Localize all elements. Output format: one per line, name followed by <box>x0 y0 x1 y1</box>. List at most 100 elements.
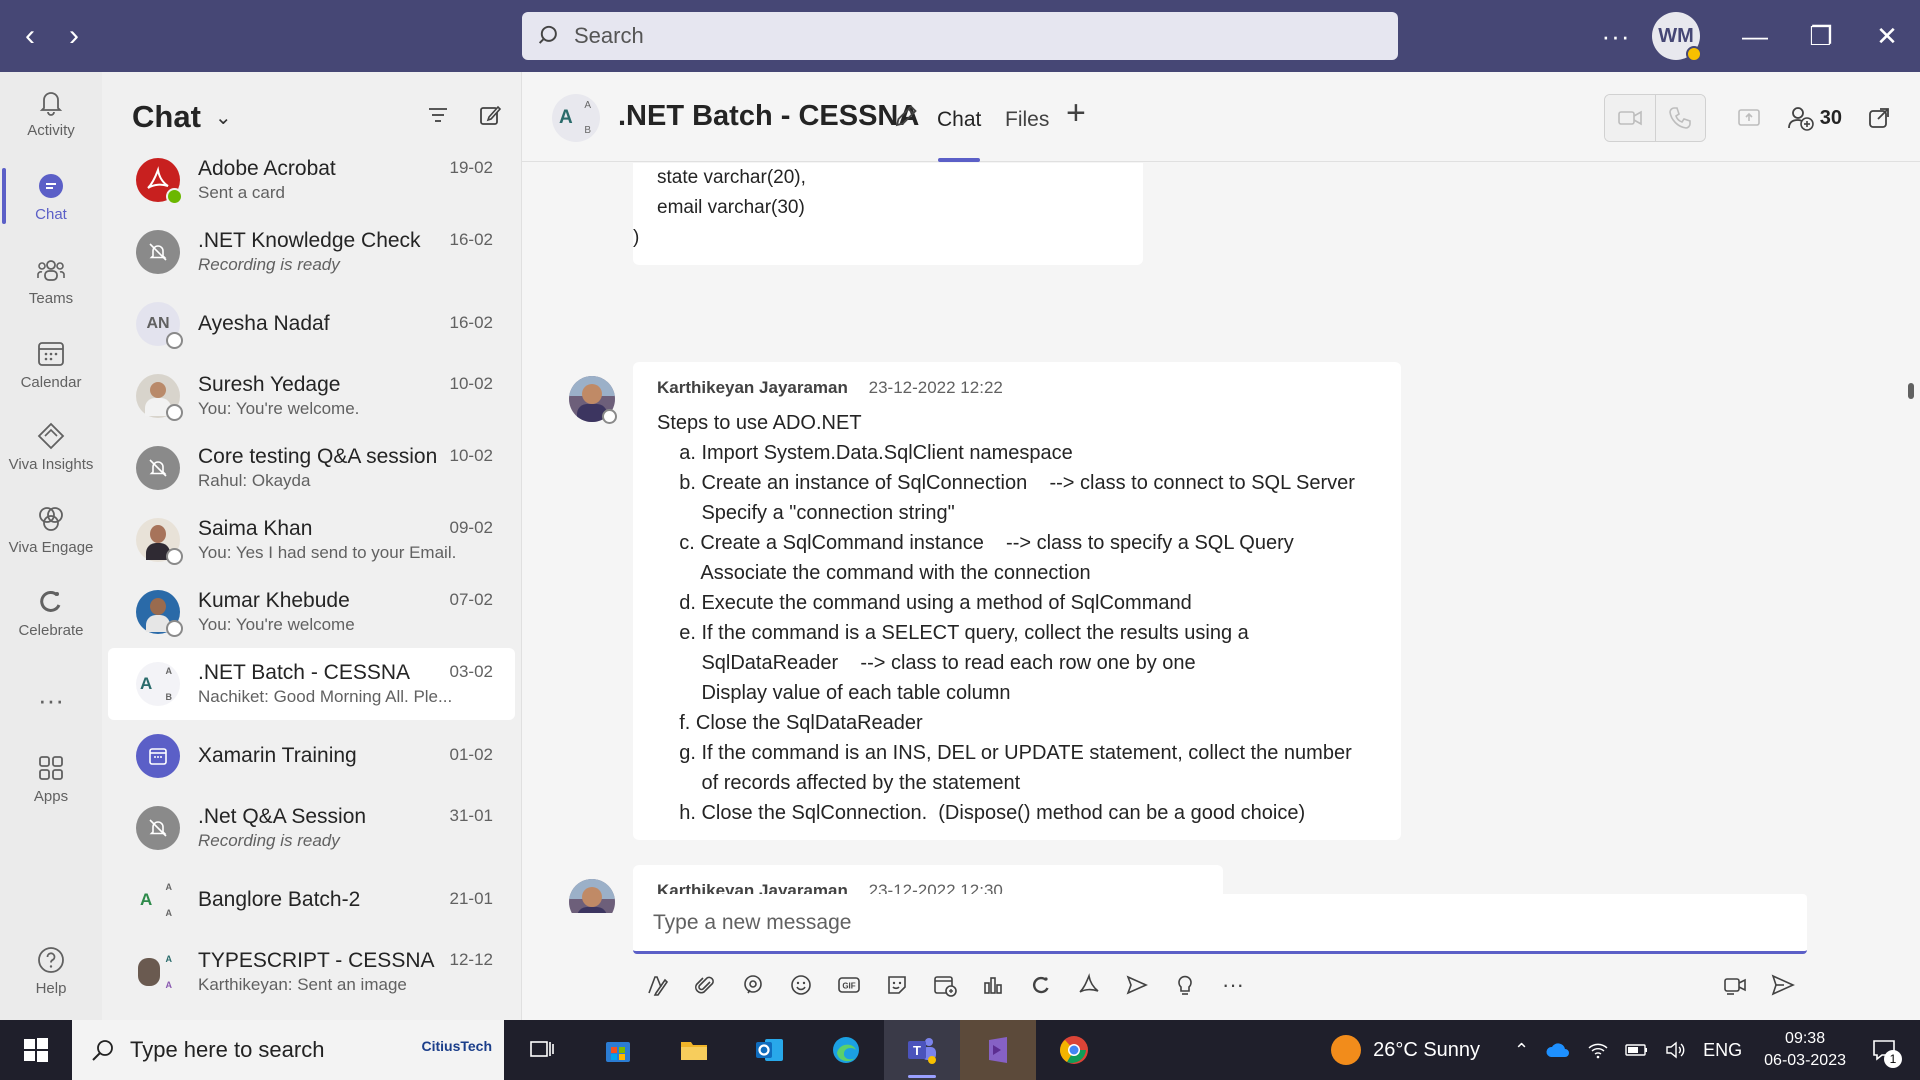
video-call-button[interactable] <box>1604 95 1655 141</box>
notification-center-button[interactable]: 1 <box>1864 1030 1904 1070</box>
message-card[interactable]: Karthikeyan Jayaraman 23-12-2022 12:22 S… <box>633 362 1401 840</box>
message-list[interactable]: state varchar(20), email varchar(30) ) K… <box>522 163 1920 913</box>
chat-item-suresh-yedage[interactable]: Suresh Yedage You: You're welcome. 10-02 <box>108 360 515 432</box>
emoji-button[interactable] <box>777 965 825 1005</box>
chat-item-kumar-khebude[interactable]: Kumar Khebude You: You're welcome 07-02 <box>108 576 515 648</box>
close-window-button[interactable]: ✕ <box>1854 0 1920 72</box>
audio-call-button[interactable] <box>1654 95 1705 141</box>
chat-item-saima-khan[interactable]: Saima Khan You: Yes I had send to your E… <box>108 504 515 576</box>
chat-item-net-batch-cessna[interactable]: A A B .NET Batch - CESSNA Nachiket: Good… <box>108 648 515 720</box>
muted-bell-icon <box>149 819 167 837</box>
chat-item-date: 07-02 <box>449 590 493 609</box>
attach-button[interactable] <box>681 965 729 1005</box>
chat-item-typescript-cessna[interactable]: A A TYPESCRIPT - CESSNA Karthikeyan: Sen… <box>108 936 515 1008</box>
message-timestamp: 23-12-2022 12:22 <box>868 378 1003 397</box>
taskbar-search[interactable]: Type here to search CitiusTech <box>72 1020 504 1080</box>
poll-button[interactable] <box>969 965 1017 1005</box>
rail-more-apps[interactable]: ··· <box>0 660 102 740</box>
chat-item-name: .NET Knowledge Check <box>198 229 421 252</box>
volume-icon[interactable] <box>1665 1040 1687 1060</box>
forward-arrow-icon[interactable]: › <box>52 0 96 72</box>
send-button[interactable] <box>1759 965 1807 1005</box>
settings-more-button[interactable]: ··· <box>1586 21 1646 52</box>
search-input[interactable]: Search <box>522 12 1398 60</box>
loop-button[interactable] <box>729 965 777 1005</box>
calendar-send-icon <box>934 976 957 997</box>
start-button[interactable] <box>0 1020 72 1080</box>
weather-widget[interactable]: 26°C Sunny <box>1331 1035 1480 1065</box>
tab-files[interactable]: Files <box>1005 108 1049 132</box>
participants-button[interactable]: 30 <box>1786 103 1842 133</box>
gif-button[interactable]: GIF <box>825 965 873 1005</box>
rail-viva-insights[interactable]: Viva Insights <box>0 406 102 486</box>
gif-icon: GIF <box>838 977 860 993</box>
praise-button[interactable] <box>1017 965 1065 1005</box>
rail-apps[interactable]: Apps <box>0 738 102 818</box>
rail-calendar[interactable]: Calendar <box>0 324 102 404</box>
lightbulb-button[interactable] <box>1161 965 1209 1005</box>
more-actions-button[interactable]: ··· <box>1209 965 1257 1005</box>
author-avatar[interactable] <box>569 879 615 913</box>
input-language[interactable]: ENG <box>1703 1040 1742 1061</box>
chat-item-xamarin-training[interactable]: Xamarin Training 01-02 <box>108 720 515 792</box>
sticker-button[interactable] <box>873 965 921 1005</box>
adobe-sign-button[interactable] <box>1065 965 1113 1005</box>
scrollbar-thumb[interactable] <box>1908 383 1914 399</box>
message-meta: Karthikeyan Jayaraman 23-12-2022 12:22 <box>657 378 1377 406</box>
group-avatar-letter: A <box>165 666 173 676</box>
share-screen-button[interactable] <box>1724 95 1774 141</box>
taskbar-app-file-explorer[interactable] <box>656 1020 732 1080</box>
taskbar-app-teams[interactable]: T <box>884 1020 960 1080</box>
back-arrow-icon[interactable]: ‹ <box>8 0 52 72</box>
presence-away-icon <box>1686 46 1702 62</box>
taskbar-app-chrome[interactable] <box>1036 1020 1112 1080</box>
format-button[interactable] <box>633 965 681 1005</box>
edit-pencil-icon[interactable] <box>892 102 920 130</box>
chat-item-banglore-batch-2[interactable]: A A A Banglore Batch-2 21-01 <box>108 864 515 936</box>
forms-button[interactable] <box>1113 965 1161 1005</box>
chevron-up-icon[interactable]: ⌃ <box>1514 1040 1529 1061</box>
chat-item-net-qa-session[interactable]: .Net Q&A Session Recording is ready 31-0… <box>108 792 515 864</box>
rail-activity[interactable]: Activity <box>0 72 102 152</box>
chat-item-net-knowledge-check[interactable]: .NET Knowledge Check Recording is ready … <box>108 216 515 288</box>
wifi-icon[interactable] <box>1587 1040 1609 1060</box>
onedrive-icon[interactable] <box>1545 1041 1571 1059</box>
clock[interactable]: 09:38 06-03-2023 <box>1764 1028 1846 1072</box>
battery-icon[interactable] <box>1625 1042 1649 1058</box>
conversation-pane: A A B .NET Batch - CESSNA Chat Files + 3… <box>522 72 1920 1020</box>
minimize-button[interactable]: — <box>1722 0 1788 72</box>
taskbar-app-visual-studio[interactable] <box>960 1020 1036 1080</box>
rail-label: Activity <box>27 121 75 139</box>
chat-item-core-testing[interactable]: Core testing Q&A session Rahul: Okayda 1… <box>108 432 515 504</box>
tab-chat[interactable]: Chat <box>937 108 981 132</box>
compose-placeholder: Type a new message <box>653 910 852 934</box>
filter-icon[interactable] <box>425 102 451 128</box>
video-clip-button[interactable] <box>1711 965 1759 1005</box>
chat-item-adobe-acrobat[interactable]: Adobe Acrobat Sent a card 19-02 <box>108 144 515 216</box>
taskbar-app-outlook[interactable] <box>732 1020 808 1080</box>
pop-out-button[interactable] <box>1854 95 1904 141</box>
rail-help[interactable]: Help <box>0 930 102 1010</box>
suresh-yedage-avatar <box>136 374 183 421</box>
chat-item-date: 19-02 <box>449 158 493 177</box>
rail-celebrate[interactable]: Celebrate <box>0 572 102 652</box>
compose-box[interactable]: Type a new message <box>633 894 1807 954</box>
rail-viva-engage[interactable]: Viva Engage <box>0 489 102 569</box>
taskbar-app-edge[interactable] <box>808 1020 884 1080</box>
send-icon <box>1771 974 1795 996</box>
task-view-button[interactable] <box>504 1020 580 1080</box>
weather-text: 26°C Sunny <box>1373 1038 1481 1061</box>
rail-teams[interactable]: Teams <box>0 240 102 320</box>
restore-button[interactable]: ❐ <box>1788 0 1854 72</box>
new-chat-icon[interactable] <box>477 102 503 128</box>
schedule-meeting-button[interactable] <box>921 965 969 1005</box>
chat-item-ayesha-nadaf[interactable]: AN Ayesha Nadaf 16-02 <box>108 288 515 360</box>
chat-item-date: 16-02 <box>449 230 493 249</box>
message-body: Steps to use ADO.NET a. Import System.Da… <box>657 408 1377 828</box>
taskbar-app-store[interactable] <box>580 1020 656 1080</box>
chevron-down-icon[interactable]: ⌄ <box>215 105 232 130</box>
add-tab-button[interactable]: + <box>1066 94 1086 133</box>
teams-logo-icon: T <box>908 1038 936 1064</box>
rail-chat[interactable]: Chat <box>0 156 102 236</box>
user-avatar[interactable]: WM <box>1652 12 1702 62</box>
